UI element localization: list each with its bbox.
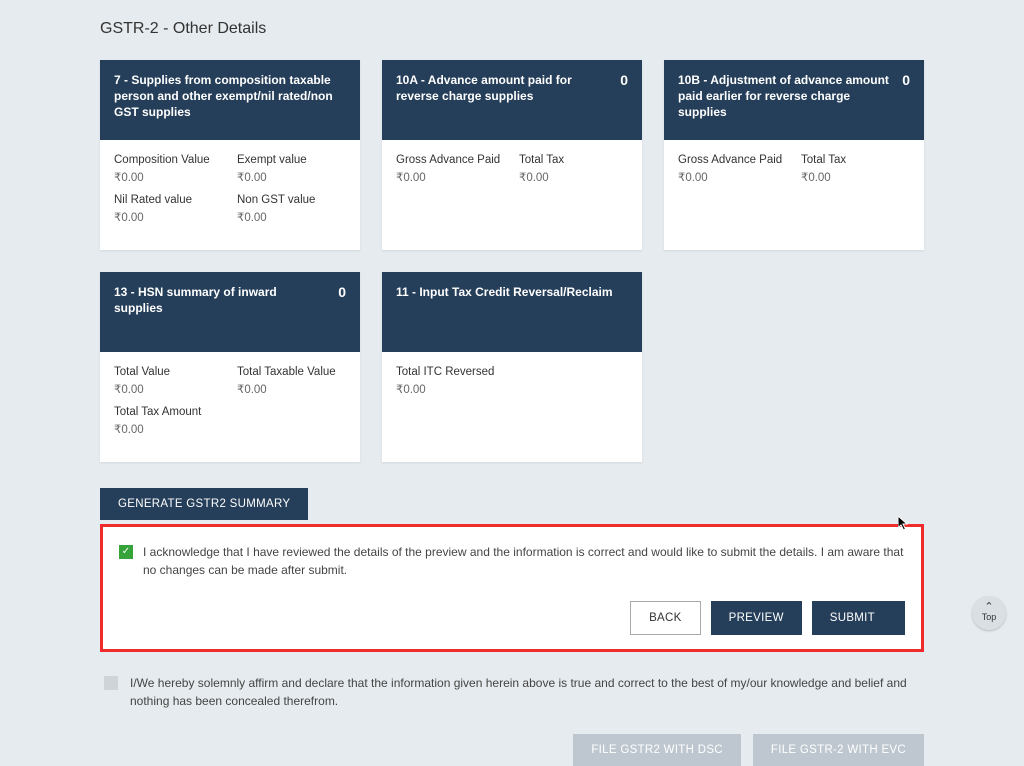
field-label: Gross Advance Paid — [396, 154, 505, 166]
summary-card[interactable]: 10A - Advance amount paid for reverse ch… — [382, 60, 642, 250]
card-count-badge: 0 — [338, 284, 346, 300]
field-label: Gross Advance Paid — [678, 154, 787, 166]
summary-card[interactable]: 13 - HSN summary of inward supplies 0 Tota… — [100, 272, 360, 462]
submit-button[interactable]: SUBMIT — [812, 601, 905, 635]
field-label: Non GST value — [237, 194, 346, 206]
field-value: ₹0.00 — [237, 170, 346, 184]
field-value: ₹0.00 — [396, 382, 628, 396]
field-value: ₹0.00 — [519, 170, 628, 184]
field-label: Total Tax Amount — [114, 406, 223, 418]
field-label: Total Tax — [519, 154, 628, 166]
scroll-top-button[interactable]: Top — [972, 596, 1006, 630]
file-dsc-button: FILE GSTR2 WITH DSC — [573, 734, 741, 766]
card-title: 7 - Supplies from composition taxable pe… — [114, 72, 346, 121]
field-label: Total Value — [114, 366, 223, 378]
affirm-row: I/We hereby solemnly affirm and declare … — [100, 674, 924, 710]
card-title: 10A - Advance amount paid for reverse ch… — [396, 72, 610, 104]
acknowledge-box: I acknowledge that I have reviewed the d… — [100, 524, 924, 652]
field-value: ₹0.00 — [237, 382, 346, 396]
scroll-top-label: Top — [982, 612, 997, 622]
page-title: GSTR-2 - Other Details — [100, 20, 924, 38]
field-value: ₹0.00 — [801, 170, 910, 184]
card-title: 10B - Adjustment of advance amount paid … — [678, 72, 892, 121]
summary-card[interactable]: 7 - Supplies from composition taxable pe… — [100, 60, 360, 250]
acknowledge-text: I acknowledge that I have reviewed the d… — [143, 543, 905, 579]
affirm-text: I/We hereby solemnly affirm and declare … — [130, 674, 920, 710]
card-count-badge: 0 — [902, 72, 910, 88]
field-label: Exempt value — [237, 154, 346, 166]
preview-button[interactable]: PREVIEW — [711, 601, 802, 635]
card-title: 13 - HSN summary of inward supplies — [114, 284, 328, 316]
field-label: Composition Value — [114, 154, 223, 166]
affirm-checkbox[interactable] — [104, 676, 118, 690]
field-value: ₹0.00 — [114, 210, 223, 224]
generate-summary-button[interactable]: GENERATE GSTR2 SUMMARY — [100, 488, 308, 520]
field-value: ₹0.00 — [678, 170, 787, 184]
summary-card[interactable]: 11 - Input Tax Credit Reversal/Reclaim To… — [382, 272, 642, 462]
field-value: ₹0.00 — [237, 210, 346, 224]
field-value: ₹0.00 — [114, 170, 223, 184]
card-count-badge: 0 — [620, 72, 628, 88]
field-label: Nil Rated value — [114, 194, 223, 206]
back-button[interactable]: BACK — [630, 601, 701, 635]
card-title: 11 - Input Tax Credit Reversal/Reclaim — [396, 284, 628, 300]
field-value: ₹0.00 — [114, 422, 223, 436]
field-value: ₹0.00 — [114, 382, 223, 396]
field-label: Total ITC Reversed — [396, 366, 628, 378]
file-evc-button: FILE GSTR-2 WITH EVC — [753, 734, 924, 766]
acknowledge-checkbox[interactable] — [119, 545, 133, 559]
field-value: ₹0.00 — [396, 170, 505, 184]
field-label: Total Tax — [801, 154, 910, 166]
summary-card[interactable]: 10B - Adjustment of advance amount paid … — [664, 60, 924, 250]
field-label: Total Taxable Value — [237, 366, 346, 378]
